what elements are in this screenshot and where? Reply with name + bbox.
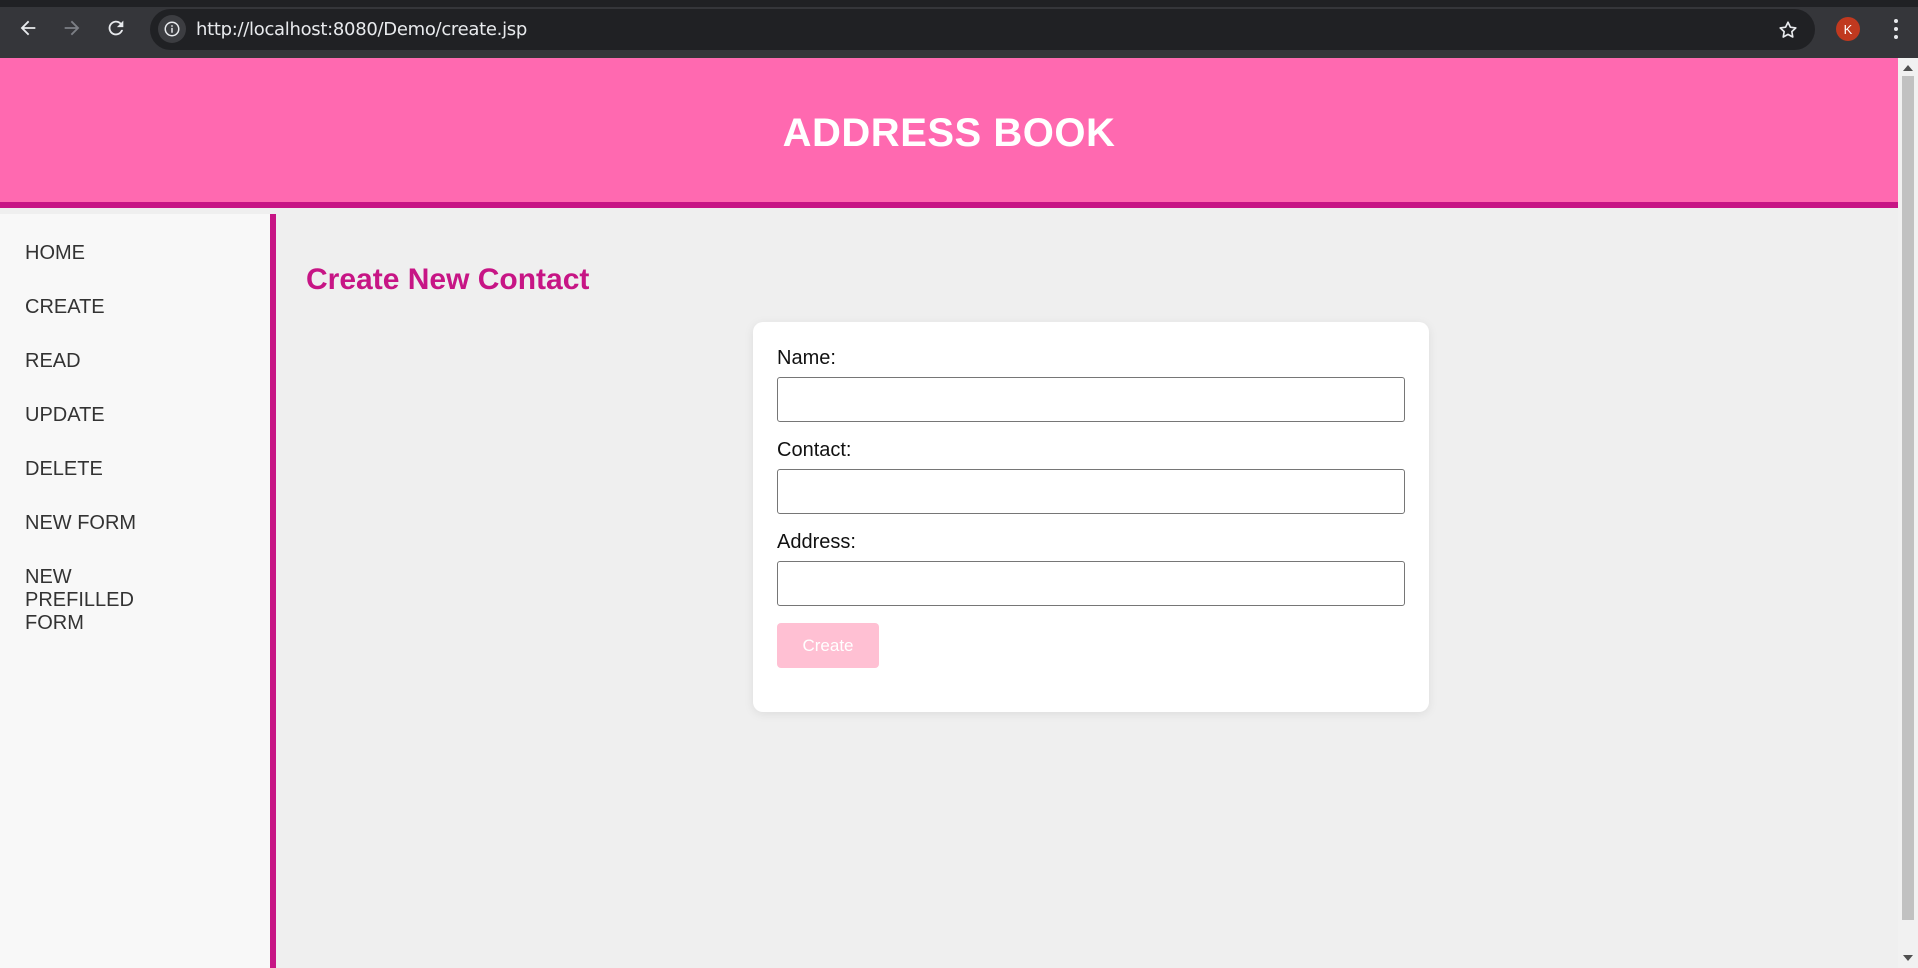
- sidebar-item-read[interactable]: READ: [0, 350, 270, 373]
- contact-input[interactable]: [777, 469, 1405, 514]
- sidebar-item-update[interactable]: UPDATE: [0, 404, 270, 427]
- address-input[interactable]: [777, 561, 1405, 606]
- address-label: Address:: [777, 531, 856, 553]
- section-heading: Create New Contact: [306, 263, 590, 296]
- browser-toolbar: http://localhost:8080/Demo/create.jsp K: [0, 0, 1918, 58]
- contact-label: Contact:: [777, 439, 852, 461]
- create-button[interactable]: Create: [777, 623, 879, 668]
- kebab-menu-icon[interactable]: [1884, 14, 1908, 44]
- page-title: ADDRESS BOOK: [782, 111, 1116, 155]
- sidebar-item-new-form[interactable]: NEW FORM: [0, 512, 270, 535]
- scroll-up-icon[interactable]: [1903, 65, 1913, 71]
- sidebar: HOME CREATE READ UPDATE DELETE NEW FORM …: [0, 214, 276, 968]
- forward-arrow-icon[interactable]: [56, 12, 88, 44]
- reload-icon[interactable]: [100, 12, 132, 44]
- page-viewport: ADDRESS BOOK HOME CREATE READ UPDATE DEL…: [0, 58, 1898, 968]
- scrollbar-thumb[interactable]: [1902, 76, 1914, 920]
- main-content: Create New Contact Name: Contact: Addres…: [282, 214, 1898, 968]
- url-text[interactable]: http://localhost:8080/Demo/create.jsp: [196, 9, 527, 50]
- vertical-scrollbar[interactable]: [1898, 58, 1918, 968]
- page-header: ADDRESS BOOK: [0, 58, 1898, 208]
- sidebar-item-create[interactable]: CREATE: [0, 296, 270, 319]
- info-icon[interactable]: [158, 15, 186, 43]
- address-bar[interactable]: http://localhost:8080/Demo/create.jsp: [150, 9, 1815, 50]
- name-input[interactable]: [777, 377, 1405, 422]
- profile-avatar[interactable]: K: [1836, 17, 1860, 41]
- tab-strip: [0, 0, 1918, 7]
- back-arrow-icon[interactable]: [12, 12, 44, 44]
- star-icon[interactable]: [1775, 17, 1801, 43]
- scroll-down-icon[interactable]: [1903, 955, 1913, 961]
- sidebar-item-delete[interactable]: DELETE: [0, 458, 270, 481]
- name-label: Name:: [777, 347, 836, 369]
- sidebar-item-home[interactable]: HOME: [0, 242, 270, 265]
- create-contact-form: Name: Contact: Address: Create: [753, 322, 1429, 712]
- sidebar-item-new-prefilled-form[interactable]: NEW PREFILLED FORM: [0, 566, 200, 635]
